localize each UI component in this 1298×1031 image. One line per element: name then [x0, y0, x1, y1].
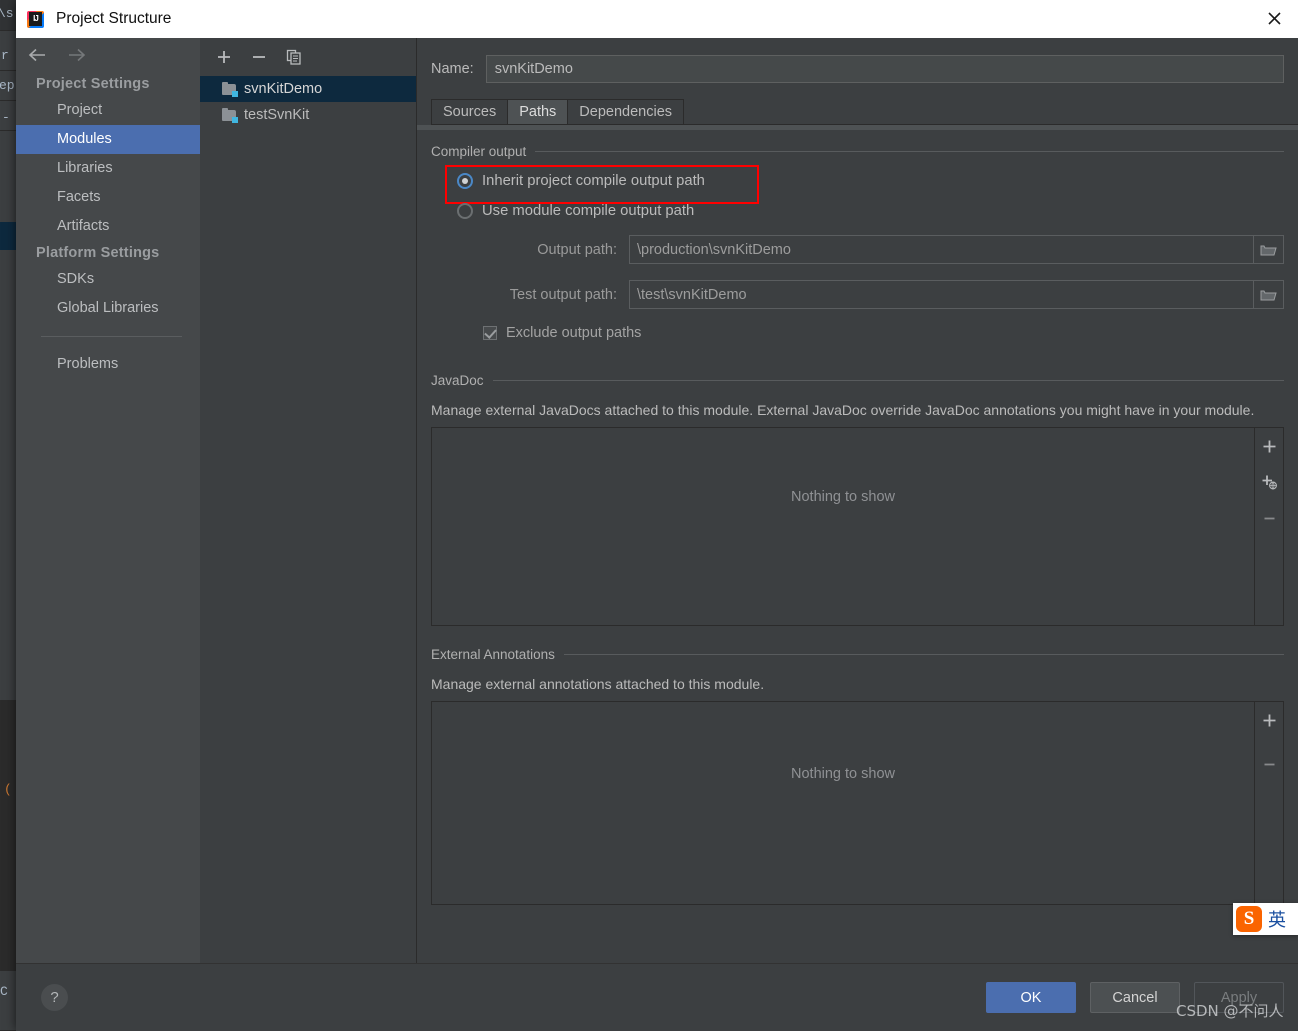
- external-annotations-label: External Annotations: [431, 647, 555, 662]
- module-label: testSvnKit: [244, 107, 310, 123]
- sidebar-item-sdks[interactable]: SDKs: [16, 265, 200, 294]
- add-annotation-button[interactable]: [1258, 709, 1280, 731]
- sogou-logo-icon: S: [1236, 906, 1262, 932]
- sogou-ime-indicator[interactable]: S 英: [1233, 903, 1298, 935]
- window-title: Project Structure: [56, 10, 172, 27]
- module-folder-icon: [222, 81, 238, 97]
- modules-list: svnKitDemo testSvnKit: [200, 76, 416, 128]
- remove-annotation-button[interactable]: [1258, 753, 1280, 775]
- radio-inherit-project-output[interactable]: Inherit project compile output path: [431, 165, 1284, 204]
- intellij-idea-icon: [27, 10, 44, 28]
- javadoc-list-panel: Nothing to show: [431, 427, 1284, 626]
- radio-button-icon: [457, 173, 473, 189]
- checkbox-label: Exclude output paths: [506, 325, 642, 341]
- tab-content-strip: [417, 125, 1298, 130]
- javadoc-group-header: JavaDoc: [431, 373, 1284, 388]
- dialog-body: Project Settings Project Modules Librari…: [16, 38, 1298, 963]
- csdn-watermark: CSDN @不问人: [1176, 1002, 1284, 1020]
- test-output-path-input[interactable]: [629, 280, 1254, 309]
- javadoc-empty-text: Nothing to show: [791, 489, 895, 505]
- ime-mode-label: 英: [1268, 910, 1286, 931]
- arrow-right-icon[interactable]: [66, 46, 88, 64]
- radio-use-module-output[interactable]: Use module compile output path: [431, 203, 1284, 219]
- checkbox-icon: [483, 326, 497, 340]
- copy-module-button[interactable]: [284, 48, 303, 67]
- sidebar-item-facets[interactable]: Facets: [16, 183, 200, 212]
- test-output-path-row: Test output path:: [431, 280, 1284, 309]
- sidebar-item-project[interactable]: Project: [16, 96, 200, 125]
- folder-icon[interactable]: [1254, 280, 1284, 309]
- external-annotations-list-panel: Nothing to show: [431, 701, 1284, 905]
- project-structure-dialog: Project Structure Proj: [16, 0, 1298, 1031]
- javadoc-list[interactable]: Nothing to show: [432, 428, 1254, 625]
- remove-javadoc-button[interactable]: [1258, 507, 1280, 529]
- external-annotations-list[interactable]: Nothing to show: [432, 702, 1254, 904]
- external-annotations-list-buttons: [1254, 702, 1283, 904]
- name-label: Name:: [431, 61, 474, 77]
- module-folder-icon: [222, 107, 238, 123]
- tab-dependencies[interactable]: Dependencies: [567, 99, 685, 125]
- output-path-input[interactable]: [629, 235, 1254, 264]
- modules-column: svnKitDemo testSvnKit: [200, 38, 417, 963]
- compiler-output-label: Compiler output: [431, 144, 527, 159]
- radio-label: Inherit project compile output path: [482, 173, 705, 189]
- external-annotations-empty-text: Nothing to show: [791, 766, 895, 782]
- javadoc-label: JavaDoc: [431, 373, 484, 388]
- list-item[interactable]: svnKitDemo: [200, 76, 416, 102]
- add-module-button[interactable]: [214, 48, 233, 67]
- module-name-input[interactable]: [485, 55, 1284, 83]
- settings-sidebar: Project Settings Project Modules Librari…: [16, 38, 200, 963]
- modules-toolbar: [200, 38, 416, 72]
- help-button[interactable]: ?: [41, 984, 68, 1011]
- list-item[interactable]: testSvnKit: [200, 102, 416, 128]
- dialog-footer: ? OK Cancel Apply: [16, 963, 1298, 1031]
- sidebar-item-problems[interactable]: Problems: [16, 350, 200, 379]
- compiler-output-group-header: Compiler output: [431, 144, 1284, 159]
- add-javadoc-url-button[interactable]: [1258, 471, 1280, 493]
- remove-module-button[interactable]: [249, 48, 268, 67]
- paths-tab-content: Compiler output Inherit project compile …: [417, 144, 1298, 905]
- sidebar-divider: [41, 336, 182, 337]
- sidebar-navigation: [16, 38, 200, 72]
- test-output-path-label: Test output path:: [509, 286, 617, 303]
- sidebar-group-project-settings: Project Settings: [36, 76, 150, 92]
- title-bar: Project Structure: [16, 0, 1298, 39]
- external-annotations-description: Manage external annotations attached to …: [431, 676, 765, 692]
- sidebar-item-artifacts[interactable]: Artifacts: [16, 212, 200, 241]
- javadoc-description: Manage external JavaDocs attached to thi…: [431, 402, 1255, 418]
- output-path-label: Output path:: [537, 241, 617, 258]
- module-settings-panel: Name: Sources Paths Dependencies Compile…: [417, 38, 1298, 963]
- module-label: svnKitDemo: [244, 81, 323, 97]
- javadoc-list-buttons: [1254, 428, 1283, 625]
- ok-button[interactable]: OK: [986, 982, 1076, 1013]
- add-javadoc-button[interactable]: [1258, 435, 1280, 457]
- tab-sources[interactable]: Sources: [431, 99, 509, 125]
- radio-button-icon: [457, 203, 473, 219]
- module-name-row: Name:: [417, 38, 1298, 83]
- external-annotations-group-header: External Annotations: [431, 647, 1284, 662]
- sidebar-item-global-libraries[interactable]: Global Libraries: [16, 294, 200, 323]
- sidebar-group-platform-settings: Platform Settings: [36, 245, 160, 261]
- cancel-button[interactable]: Cancel: [1090, 982, 1180, 1013]
- folder-icon[interactable]: [1254, 235, 1284, 264]
- sidebar-item-libraries[interactable]: Libraries: [16, 154, 200, 183]
- sidebar-item-modules[interactable]: Modules: [16, 125, 200, 154]
- module-tabs: Sources Paths Dependencies: [431, 99, 1298, 125]
- tab-paths[interactable]: Paths: [507, 99, 569, 125]
- close-icon[interactable]: [1251, 0, 1298, 37]
- exclude-output-paths-row[interactable]: Exclude output paths: [431, 325, 1284, 341]
- output-path-row: Output path:: [431, 235, 1284, 264]
- arrow-left-icon[interactable]: [26, 46, 48, 64]
- radio-label: Use module compile output path: [482, 203, 695, 219]
